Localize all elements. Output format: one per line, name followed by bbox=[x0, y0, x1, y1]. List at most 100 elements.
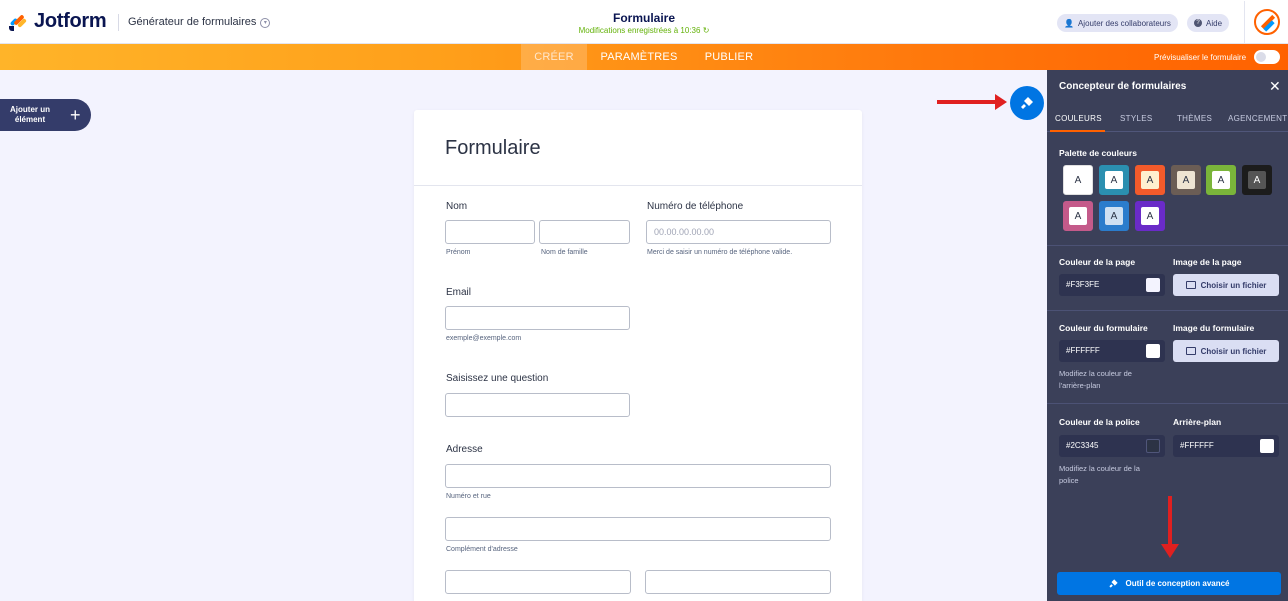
palette-swatch[interactable]: A bbox=[1099, 201, 1129, 231]
last-name-input[interactable] bbox=[539, 220, 630, 244]
palette-swatch-letter: A bbox=[1141, 171, 1159, 189]
palette-swatch[interactable]: A bbox=[1171, 165, 1201, 195]
refresh-icon: ↻ bbox=[702, 26, 710, 35]
street-sublabel: Numéro et rue bbox=[446, 493, 491, 500]
section-divider bbox=[1047, 310, 1288, 311]
builder-nav: CRÉER PARAMÈTRES PUBLIER Prévisualiser l… bbox=[0, 44, 1288, 70]
form-color-value: #FFFFFF bbox=[1066, 346, 1100, 355]
palette-swatch[interactable]: A bbox=[1063, 201, 1093, 231]
tab-themes[interactable]: THÈMES bbox=[1177, 114, 1212, 123]
section-divider bbox=[1047, 403, 1288, 404]
page-color-input[interactable]: #F3F3FE bbox=[1059, 274, 1165, 296]
palette-swatch-letter: A bbox=[1069, 171, 1087, 189]
state-input[interactable] bbox=[645, 570, 831, 594]
email-label: Email bbox=[446, 287, 472, 298]
palette-swatch[interactable]: A bbox=[1206, 165, 1236, 195]
question-label: Saisissez une question bbox=[446, 373, 549, 384]
add-element-button[interactable]: Ajouter un élément + bbox=[0, 99, 91, 131]
palette-swatch[interactable]: A bbox=[1135, 165, 1165, 195]
user-icon: 👤 bbox=[1064, 18, 1074, 28]
help-label: Aide bbox=[1206, 18, 1223, 28]
font-color-input[interactable]: #2C3345 bbox=[1059, 435, 1165, 457]
phone-label: Numéro de téléphone bbox=[647, 201, 744, 212]
page-color-chip[interactable] bbox=[1146, 278, 1160, 292]
save-status-text: Modifications enregistrées à 10:36 bbox=[578, 26, 701, 35]
page-image-label: Image de la page bbox=[1173, 257, 1242, 267]
font-color-label: Couleur de la police bbox=[1059, 417, 1140, 427]
question-input[interactable] bbox=[445, 393, 630, 417]
active-tab-indicator bbox=[1050, 130, 1105, 132]
font-color-chip[interactable] bbox=[1146, 439, 1160, 453]
palette-swatch-letter: A bbox=[1105, 171, 1123, 189]
first-name-sublabel: Prénom bbox=[446, 249, 471, 256]
page-image-button[interactable]: Choisir un fichier bbox=[1173, 274, 1279, 296]
phone-sublabel: Merci de saisir un numéro de téléphone v… bbox=[647, 249, 793, 256]
add-collaborators-button[interactable]: 👤 Ajouter des collaborateurs bbox=[1057, 14, 1178, 32]
tab-styles[interactable]: STYLES bbox=[1120, 114, 1152, 123]
palette-swatch-letter: A bbox=[1141, 207, 1159, 225]
tab-create[interactable]: CRÉER bbox=[521, 44, 587, 70]
tab-layout[interactable]: AGENCEMENT bbox=[1228, 114, 1287, 123]
form-card: Formulaire Nom Prénom Nom de famille Num… bbox=[414, 110, 862, 601]
advanced-designer-label: Outil de conception avancé bbox=[1125, 579, 1230, 588]
palette-swatch-letter: A bbox=[1069, 207, 1087, 225]
palette-swatch-letter: A bbox=[1105, 207, 1123, 225]
background-color-input[interactable]: #FFFFFF bbox=[1173, 435, 1279, 457]
page-image-button-label: Choisir un fichier bbox=[1200, 280, 1267, 290]
email-sublabel: exemple@exemple.com bbox=[446, 335, 522, 342]
tab-colors[interactable]: COULEURS bbox=[1055, 114, 1102, 123]
title-divider bbox=[414, 185, 862, 186]
page-color-value: #F3F3FE bbox=[1066, 280, 1100, 289]
annotation-arrow-right bbox=[937, 94, 1007, 110]
palette-swatch[interactable]: A bbox=[1099, 165, 1129, 195]
phone-input[interactable]: 00.00.00.00.00 bbox=[646, 220, 831, 244]
form-image-button[interactable]: Choisir un fichier bbox=[1173, 340, 1279, 362]
panel-title: Concepteur de formulaires bbox=[1059, 81, 1187, 92]
annotation-arrow-down bbox=[1161, 496, 1179, 558]
top-header: Jotform Générateur de formulaires ▾ Form… bbox=[0, 0, 1288, 44]
last-name-sublabel: Nom de famille bbox=[541, 249, 588, 256]
question-icon: ? bbox=[1194, 19, 1202, 27]
form-color-chip[interactable] bbox=[1146, 344, 1160, 358]
palette-swatch[interactable]: A bbox=[1242, 165, 1272, 195]
form-title[interactable]: Formulaire bbox=[445, 137, 541, 160]
palette-swatch-letter: A bbox=[1248, 171, 1266, 189]
palette-swatch[interactable]: A bbox=[1135, 201, 1165, 231]
form-image-button-label: Choisir un fichier bbox=[1200, 346, 1267, 356]
address-complement-input[interactable] bbox=[445, 517, 831, 541]
plus-icon: + bbox=[70, 105, 81, 125]
city-input[interactable] bbox=[445, 570, 631, 594]
background-color-chip[interactable] bbox=[1260, 439, 1274, 453]
form-designer-toggle-button[interactable] bbox=[1010, 86, 1044, 120]
image-icon bbox=[1185, 347, 1196, 355]
form-color-hint: Modifiez la couleur de l'arrière-plan bbox=[1059, 369, 1132, 390]
palette-swatch-letter: A bbox=[1212, 171, 1230, 189]
avatar-image bbox=[1253, 9, 1280, 35]
preview-toggle[interactable] bbox=[1254, 50, 1280, 64]
first-name-input[interactable] bbox=[445, 220, 535, 244]
close-icon[interactable]: ✕ bbox=[1269, 78, 1281, 95]
form-color-label: Couleur du formulaire bbox=[1059, 323, 1148, 333]
font-color-hint: Modifiez la couleur de la police bbox=[1059, 464, 1140, 485]
tab-publish[interactable]: PUBLIER bbox=[700, 44, 758, 70]
advanced-designer-button[interactable]: Outil de conception avancé bbox=[1057, 572, 1281, 595]
address-label: Adresse bbox=[446, 444, 483, 455]
panel-tabs: COULEURS STYLES THÈMES AGENCEMENT bbox=[1047, 107, 1288, 132]
email-input[interactable] bbox=[445, 306, 630, 330]
page-color-label: Couleur de la page bbox=[1059, 257, 1136, 267]
background-color-value: #FFFFFF bbox=[1180, 441, 1214, 450]
tab-settings[interactable]: PARAMÈTRES bbox=[596, 44, 682, 70]
palette-title: Palette de couleurs bbox=[1059, 148, 1137, 158]
name-label: Nom bbox=[446, 201, 468, 212]
add-collaborators-label: Ajouter des collaborateurs bbox=[1077, 18, 1171, 28]
avatar[interactable] bbox=[1244, 1, 1288, 43]
palette-swatch-letter: A bbox=[1177, 171, 1195, 189]
form-color-input[interactable]: #FFFFFF bbox=[1059, 340, 1165, 362]
paint-roller-icon bbox=[1109, 579, 1119, 588]
form-image-label: Image du formulaire bbox=[1173, 323, 1255, 333]
preview-label: Prévisualiser le formulaire bbox=[1154, 53, 1247, 62]
palette-swatch[interactable]: A bbox=[1063, 165, 1093, 195]
paint-roller-icon bbox=[1021, 97, 1033, 109]
street-input[interactable] bbox=[445, 464, 831, 488]
help-button[interactable]: ? Aide bbox=[1187, 14, 1230, 32]
